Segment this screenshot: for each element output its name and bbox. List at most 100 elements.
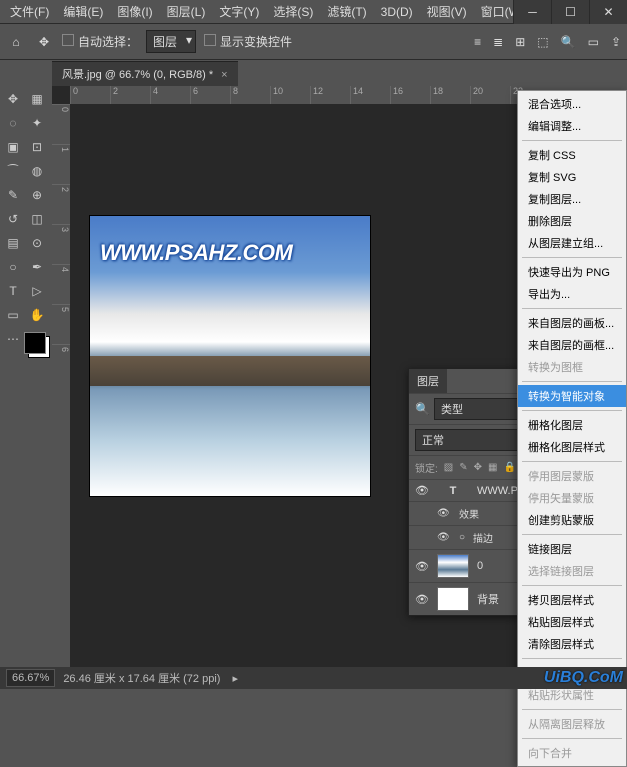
lock-nest-icon[interactable]: ▦ — [488, 462, 497, 473]
showtransform-checkbox[interactable] — [204, 34, 216, 46]
dodge-tool[interactable]: ○ — [2, 256, 24, 278]
context-item[interactable]: 从图层建立组... — [518, 232, 626, 254]
menu-item[interactable]: 滤镜(T) — [321, 1, 372, 22]
document-tabs: 风景.jpg @ 66.7% (0, RGB/8) *× — [0, 60, 627, 86]
eraser-tool[interactable]: ◫ — [26, 208, 48, 230]
type-tool[interactable]: T — [2, 280, 24, 302]
context-item[interactable]: 链接图层 — [518, 538, 626, 560]
menu-item[interactable]: 文件(F) — [4, 1, 55, 22]
context-item[interactable]: 粘贴图层样式 — [518, 611, 626, 633]
3d-icon[interactable]: ⬚ — [537, 35, 548, 49]
search-icon[interactable]: 🔍 — [561, 35, 576, 49]
artboard-tool[interactable]: ▦ — [26, 88, 48, 110]
align-icon[interactable]: ≡ — [474, 35, 481, 49]
brush-tool[interactable]: ✎ — [2, 184, 24, 206]
lasso-tool[interactable]: ◌ — [2, 112, 24, 134]
context-item[interactable]: 拷贝图层样式 — [518, 589, 626, 611]
context-item[interactable]: 创建剪贴蒙版 — [518, 509, 626, 531]
menu-separator — [522, 308, 622, 309]
autoselect-checkbox[interactable] — [62, 34, 74, 46]
align2-icon[interactable]: ≣ — [493, 35, 503, 49]
filter-icon[interactable]: 🔍 — [415, 402, 430, 416]
layers-tab[interactable]: 图层 — [409, 369, 447, 393]
status-bar: 66.67% 26.46 厘米 x 17.64 厘米 (72 ppi) ▸ — [0, 667, 627, 689]
shape-tool[interactable]: ▭ — [2, 304, 24, 326]
heal-tool[interactable]: ◍ — [26, 160, 48, 182]
context-item: 转换为图框 — [518, 356, 626, 378]
menu-item[interactable]: 图像(I) — [111, 1, 158, 22]
context-item[interactable]: 编辑调整... — [518, 115, 626, 137]
zoom-value[interactable]: 66.67% — [6, 669, 55, 687]
autoselect-target[interactable]: 图层 — [146, 30, 196, 53]
context-item[interactable]: 复制 SVG — [518, 166, 626, 188]
minimize-button[interactable]: ─ — [513, 0, 551, 24]
visibility-icon[interactable]: 👁 — [415, 484, 429, 497]
home-icon[interactable]: ⌂ — [6, 32, 26, 52]
context-item[interactable]: 复制图层... — [518, 188, 626, 210]
context-item[interactable]: 快速导出为 PNG — [518, 261, 626, 283]
menu-item[interactable]: 文字(Y) — [213, 1, 265, 22]
stamp-tool[interactable]: ⊕ — [26, 184, 48, 206]
background-color[interactable] — [24, 332, 46, 354]
color-swatch[interactable] — [26, 334, 48, 356]
context-item[interactable]: 栅格化图层样式 — [518, 436, 626, 458]
context-item[interactable]: 栅格化图层 — [518, 414, 626, 436]
context-item[interactable]: 删除图层 — [518, 210, 626, 232]
pen-tool[interactable]: ✒ — [26, 256, 48, 278]
lock-move-icon[interactable]: ✥ — [474, 462, 482, 473]
menu-separator — [522, 709, 622, 710]
visibility-icon[interactable]: 👁 — [437, 508, 451, 519]
context-item[interactable]: 转换为智能对象 — [518, 385, 626, 407]
options-bar: ⌂ ✥ 自动选择： 图层 显示变换控件 ≡ ≣ ⊞ ⬚ 🔍 ▭ ⇪ — [0, 24, 627, 60]
ellipsis-tool[interactable]: ⋯ — [2, 328, 24, 350]
context-item: 向下合并 — [518, 742, 626, 764]
maximize-button[interactable]: ☐ — [551, 0, 589, 24]
gradient-tool[interactable]: ▤ — [2, 232, 24, 254]
context-item[interactable]: 复制 CSS — [518, 144, 626, 166]
move-icon[interactable]: ✥ — [34, 32, 54, 52]
lock-label: 锁定: — [415, 460, 438, 475]
menu-item[interactable]: 编辑(E) — [57, 1, 109, 22]
menu-separator — [522, 140, 622, 141]
history-tool[interactable]: ↺ — [2, 208, 24, 230]
visibility-icon[interactable]: 👁 — [437, 532, 451, 543]
path-tool[interactable]: ▷ — [26, 280, 48, 302]
crop-tool[interactable]: ▣ — [2, 136, 24, 158]
status-arrow-icon[interactable]: ▸ — [232, 672, 238, 685]
eyedrop-tool[interactable]: ⁀ — [2, 160, 24, 182]
lock-trans-icon[interactable]: ▧ — [444, 462, 453, 473]
frame-tool[interactable]: ⊡ — [26, 136, 48, 158]
context-item[interactable]: 来自图层的画板... — [518, 312, 626, 334]
ruler-vertical: 0123456 — [52, 104, 70, 667]
lock-paint-icon[interactable]: ✎ — [459, 462, 467, 473]
context-item: 选择链接图层 — [518, 560, 626, 582]
close-button[interactable]: ✕ — [589, 0, 627, 24]
share-icon[interactable]: ⇪ — [611, 35, 621, 49]
context-item[interactable]: 混合选项... — [518, 93, 626, 115]
tab-close-icon[interactable]: × — [221, 69, 227, 81]
layer-thumb — [437, 554, 469, 578]
brand-watermark: UiBQ.CoM — [544, 669, 623, 687]
menu-separator — [522, 461, 622, 462]
document-tab[interactable]: 风景.jpg @ 66.7% (0, RGB/8) *× — [52, 61, 238, 86]
menu-item[interactable]: 视图(V) — [421, 1, 473, 22]
menu-item[interactable]: 图层(L) — [161, 1, 212, 22]
lock-all-icon[interactable]: 🔒 — [503, 462, 515, 473]
blur-tool[interactable]: ⊙ — [26, 232, 48, 254]
visibility-icon[interactable]: 👁 — [415, 560, 429, 573]
context-item[interactable]: 清除图层样式 — [518, 633, 626, 655]
context-item[interactable]: 来自图层的画框... — [518, 334, 626, 356]
context-item[interactable]: 导出为... — [518, 283, 626, 305]
menu-separator — [522, 410, 622, 411]
distribute-icon[interactable]: ⊞ — [515, 35, 525, 49]
move-tool[interactable]: ✥ — [2, 88, 24, 110]
visibility-icon[interactable]: 👁 — [415, 593, 429, 606]
showtransform-label: 显示变换控件 — [220, 35, 292, 49]
watermark-text: WWW.PSAHZ.COM — [100, 240, 292, 266]
rect-icon[interactable]: ▭ — [588, 35, 599, 49]
canvas-image[interactable]: WWW.PSAHZ.COM — [90, 216, 370, 496]
wand-tool[interactable]: ✦ — [26, 112, 48, 134]
menu-item[interactable]: 选择(S) — [267, 1, 319, 22]
menu-item[interactable]: 3D(D) — [375, 3, 419, 21]
hand-tool[interactable]: ✋ — [26, 304, 48, 326]
